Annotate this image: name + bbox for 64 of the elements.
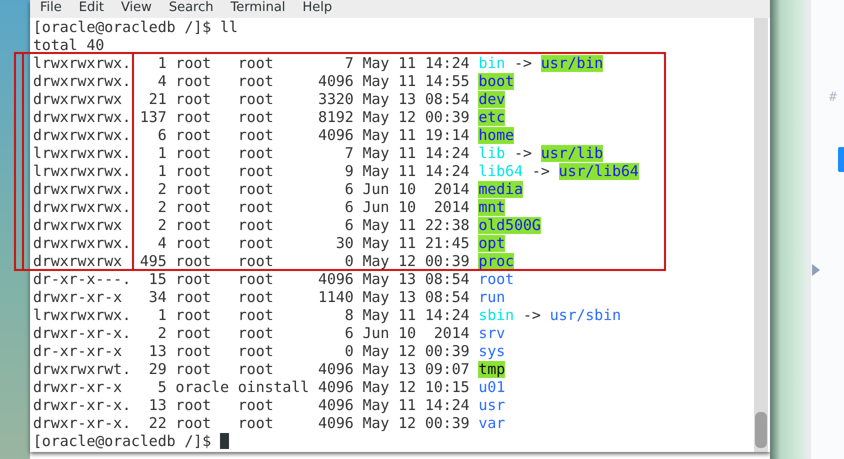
file-info: drwxrwxrwx. 4 root root 30 May 11 21:45 — [33, 235, 470, 252]
expand-arrow-icon[interactable] — [812, 264, 820, 276]
file-info: lrwxrwxrwx. 1 root root 8 May 11 14:24 — [33, 307, 470, 324]
link-arrow: -> — [514, 145, 532, 162]
file-name: lib64 — [478, 163, 523, 180]
file-name: mnt — [478, 199, 506, 216]
file-name: bin — [478, 55, 506, 72]
menu-item[interactable]: Search — [168, 1, 222, 18]
file-info: drwxr-xr-x 5 oracle oinstall 4096 May 12 10:15 — [33, 379, 470, 396]
file-info: drwxr-xr-x. 2 root root 6 Jun 10 2014 — [33, 325, 470, 342]
link-target: usr/bin — [540, 55, 604, 72]
link-target: usr/lib64 — [558, 163, 639, 180]
menu-item[interactable]: View — [120, 1, 161, 18]
file-name: media — [478, 181, 523, 198]
link-arrow: -> — [523, 307, 541, 324]
file-name: boot — [478, 73, 514, 90]
file-name: usr — [478, 397, 506, 414]
file-name: tmp — [478, 361, 506, 378]
text-cursor — [220, 433, 230, 449]
file-name: srv — [478, 325, 506, 342]
file-name: lib — [478, 145, 506, 162]
scroll-indicator — [838, 147, 844, 172]
file-info: dr-xr-x---. 15 root root 4096 May 13 08:54 — [33, 271, 470, 288]
file-info: drwxr-xr-x 34 root root 1140 May 13 08:54 — [33, 289, 470, 306]
file-info: drwxrwxrwx. 137 root root 8192 May 12 00:39 — [33, 109, 470, 126]
link-target: usr/sbin — [550, 307, 622, 324]
file-name: sys — [478, 343, 506, 360]
file-info: dr-xr-xr-x 13 root root 0 May 12 00:39 — [33, 343, 470, 360]
file-name: u01 — [478, 379, 506, 396]
link-arrow: -> — [514, 55, 532, 72]
file-name: var — [478, 415, 506, 432]
file-info: drwxr-xr-x. 13 root root 4096 May 11 14:24 — [33, 397, 470, 414]
file-name: opt — [478, 235, 506, 252]
file-name: root — [478, 271, 514, 288]
file-name: proc — [478, 253, 514, 270]
file-info: drwxr-xr-x. 22 root root 4096 May 12 00:39 — [33, 415, 470, 432]
prompt-line: [oracle@oracledb /]$ — [33, 433, 212, 450]
file-name: old500G — [478, 217, 541, 234]
menu-item[interactable]: File — [40, 1, 71, 18]
file-info: drwxrwxrwx. 6 root root 4096 May 11 19:14 — [33, 127, 470, 144]
file-name: sbin — [478, 307, 514, 324]
file-info: lrwxrwxrwx. 1 root root 7 May 11 14:24 — [33, 55, 470, 72]
file-name: home — [478, 127, 514, 144]
file-info: drwxrwxrwx. 2 root root 6 Jun 10 2014 — [33, 181, 470, 198]
link-arrow: -> — [532, 163, 550, 180]
link-target: usr/lib — [540, 145, 604, 162]
file-info: drwxrwxrwx 21 root root 3320 May 13 08:54 — [33, 91, 470, 108]
file-info: drwxrwxrwx 2 root root 6 May 11 22:38 — [33, 217, 470, 234]
file-info: lrwxrwxrwx. 1 root root 7 May 11 14:24 — [33, 145, 470, 162]
file-info: drwxrwxrwt. 29 root root 4096 May 13 09:07 — [33, 361, 470, 378]
prompt-line: [oracle@oracledb /]$ ll — [33, 19, 238, 36]
total-line: total 40 — [33, 37, 104, 54]
file-info: drwxrwxrwx 495 root root 0 May 12 00:39 — [33, 253, 470, 270]
file-name: dev — [478, 91, 506, 108]
panel-text: # — [829, 90, 837, 105]
menu-item[interactable]: Edit — [78, 1, 113, 18]
file-info: drwxrwxrwx. 2 root root 6 Jun 10 2014 — [33, 199, 470, 216]
scrollbar-thumb[interactable] — [755, 412, 767, 448]
file-name: etc — [478, 109, 506, 126]
menu-item[interactable]: Terminal — [230, 1, 294, 18]
file-info: drwxrwxrwx. 4 root root 4096 May 11 14:55 — [33, 73, 470, 90]
file-name: run — [478, 289, 506, 306]
menu-item[interactable]: Help — [302, 1, 342, 18]
file-info: lrwxrwxrwx. 1 root root 9 May 11 14:24 — [33, 163, 470, 180]
